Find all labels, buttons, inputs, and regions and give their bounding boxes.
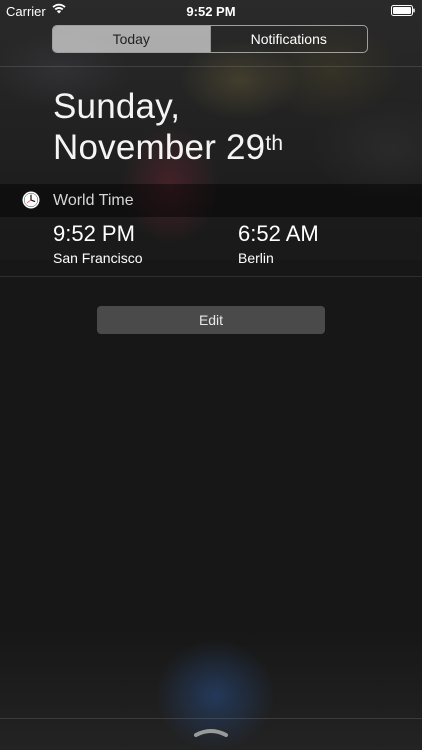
today-date: Sunday, November 29th [53, 86, 283, 168]
view-segmented-control: Today Notifications [52, 25, 368, 53]
clock-city: San Francisco [53, 250, 143, 266]
date-month-day: November 29th [53, 127, 283, 168]
notification-center: Carrier 9:52 PM Today Notifications Sund… [0, 0, 422, 750]
clock-san-francisco[interactable]: 9:52 PM San Francisco [53, 222, 142, 267]
date-ordinal-suffix: th [265, 132, 284, 155]
clock-berlin[interactable]: 6:52 AM Berlin [238, 222, 319, 267]
bottom-divider [0, 718, 422, 719]
edit-button[interactable]: Edit [97, 306, 325, 334]
clock-time: 9:52 PM [53, 221, 135, 246]
grabber-handle-icon[interactable] [193, 726, 229, 738]
date-weekday: Sunday, [53, 87, 181, 126]
status-time: 9:52 PM [186, 4, 236, 19]
battery-icon [391, 5, 415, 16]
tab-today[interactable]: Today [53, 26, 210, 52]
status-bar: Carrier 9:52 PM [0, 0, 422, 22]
clock-city: Berlin [238, 250, 274, 266]
world-time-widget-header[interactable]: World Time [0, 184, 422, 217]
clock-time: 6:52 AM [238, 221, 319, 246]
date-day-text: November 29 [53, 128, 266, 167]
clock-icon [22, 191, 40, 209]
header-divider [0, 66, 422, 67]
tab-notifications[interactable]: Notifications [209, 26, 368, 52]
widget-title: World Time [53, 192, 134, 209]
widget-divider [0, 276, 422, 277]
